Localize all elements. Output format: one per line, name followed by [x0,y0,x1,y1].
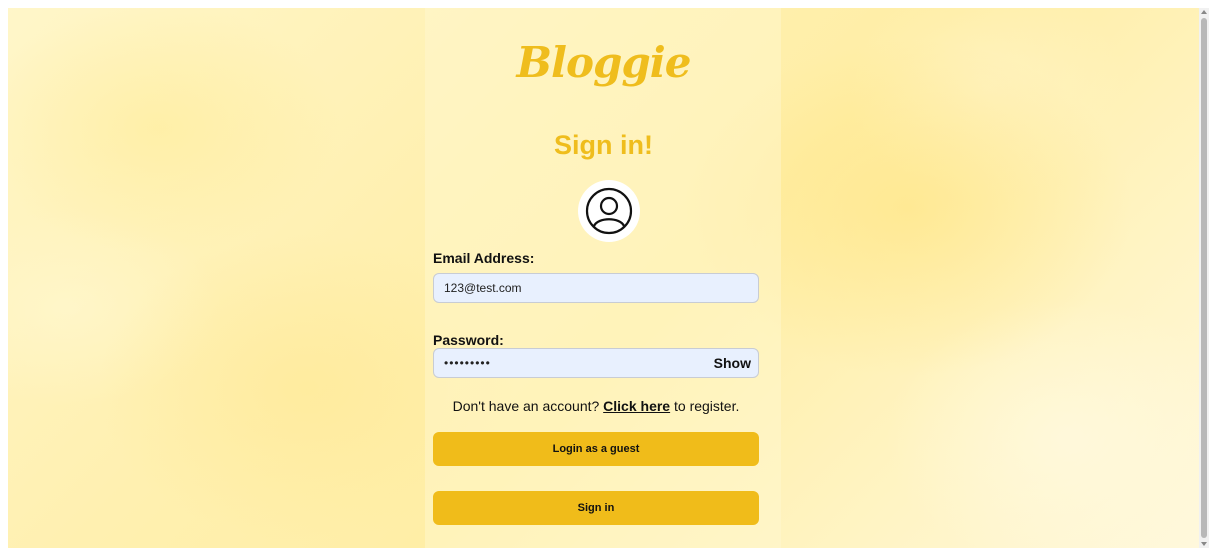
email-field[interactable] [433,273,759,303]
scroll-down-icon[interactable] [1201,542,1207,546]
guest-login-button[interactable]: Login as a guest [433,432,759,466]
signin-button[interactable]: Sign in [433,491,759,525]
page-title: Sign in! [554,130,653,160]
email-label: Email Address: [433,250,535,266]
vertical-scrollbar[interactable] [1199,8,1209,548]
register-link[interactable]: Click here [603,398,670,414]
scrollbar-thumb[interactable] [1201,18,1207,538]
show-password-button[interactable]: Show [714,355,751,371]
scroll-up-icon[interactable] [1201,10,1207,14]
password-label: Password: [433,332,504,348]
register-suffix: to register. [670,398,740,414]
register-prompt: Don't have an account? Click here to reg… [433,398,759,414]
register-prefix: Don't have an account? [452,398,604,414]
avatar [578,180,640,242]
user-circle-icon [585,187,633,235]
password-field[interactable] [433,348,759,378]
brand-logo[interactable]: Bloggie [8,38,1199,87]
password-field-wrapper: Show [433,348,759,378]
